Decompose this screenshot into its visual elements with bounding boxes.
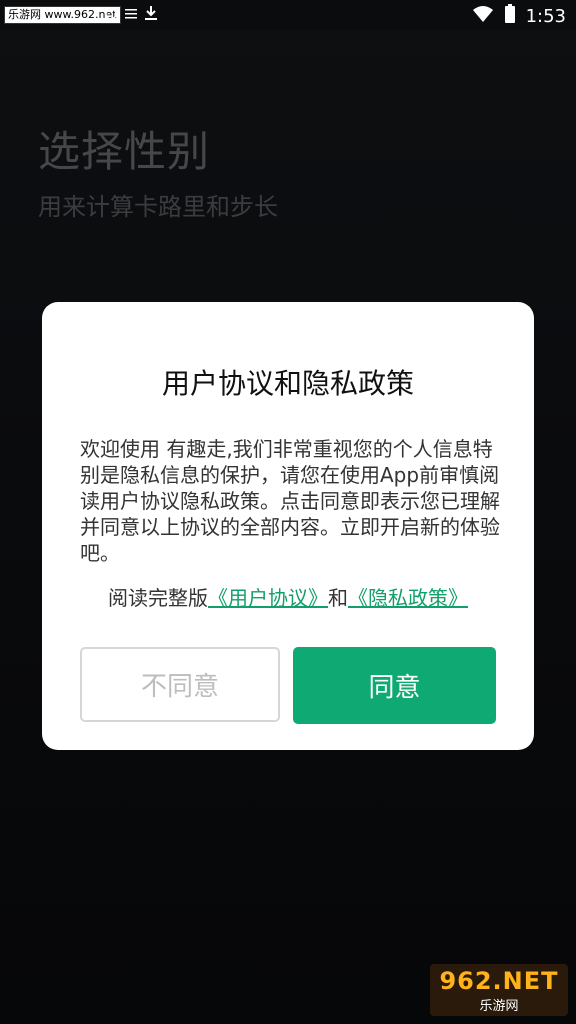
dialog-links: 阅读完整版《用户协议》和《隐私政策》 <box>42 582 534 611</box>
links-conjunction: 和 <box>328 586 348 610</box>
watermark-text: 乐游网 www.962.net <box>8 8 117 21</box>
status-time: 1:53 <box>525 6 566 27</box>
links-prefix: 阅读完整版 <box>108 586 208 610</box>
status-left-icons <box>104 5 158 25</box>
privacy-dialog: 用户协议和隐私政策 欢迎使用 有趣走,我们非常重视您的个人信息特别是隐私信息的保… <box>42 302 534 750</box>
agree-label: 同意 <box>368 673 421 703</box>
dialog-title: 用户协议和隐私政策 <box>161 367 414 400</box>
status-bar: 乐游网 www.962.net 1:53 <box>0 0 576 30</box>
status-right: 1:53 <box>472 4 566 29</box>
wifi-icon <box>472 5 494 28</box>
notification-icon <box>104 6 118 25</box>
agree-button[interactable]: 同意 <box>293 647 496 724</box>
download-icon <box>144 5 158 25</box>
battery-icon <box>504 4 516 29</box>
disagree-label: 不同意 <box>140 672 219 702</box>
watermark-logo: 962.NET <box>439 966 559 995</box>
user-agreement-link[interactable]: 《用户协议》 <box>208 586 328 610</box>
watermark-bottom: 962.NET 乐游网 <box>430 964 568 1016</box>
privacy-policy-link[interactable]: 《隐私政策》 <box>348 586 468 610</box>
disagree-button[interactable]: 不同意 <box>80 647 280 722</box>
menu-icon <box>124 6 138 25</box>
dialog-body: 欢迎使用 有趣走,我们非常重视您的个人信息特别是隐私信息的保护，请您在使用App… <box>80 437 500 565</box>
watermark-sub: 乐游网 <box>479 998 519 1014</box>
